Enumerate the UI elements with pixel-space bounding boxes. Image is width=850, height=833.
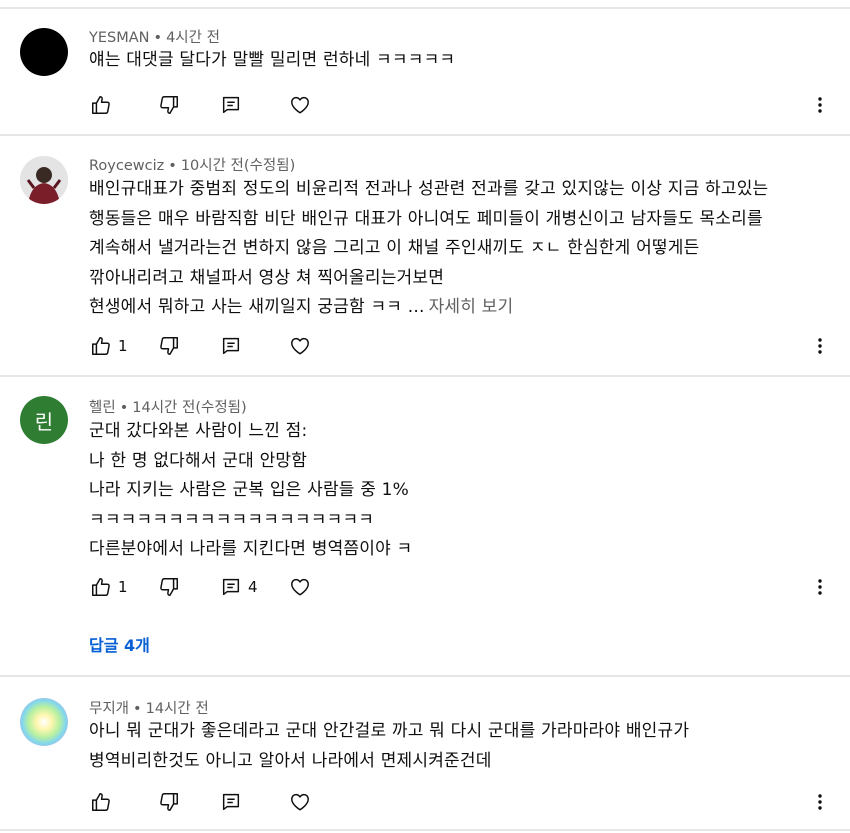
heart-icon bbox=[291, 96, 309, 114]
comment-line: 군대 갔다와본 사람이 느낀 점: bbox=[89, 421, 308, 441]
like-button[interactable] bbox=[90, 90, 112, 120]
heart-icon bbox=[291, 337, 309, 355]
comment-line: 병역비리한것도 아니고 알아서 나라에서 면제시켜준건데 bbox=[89, 750, 492, 771]
comment-text: 배인규대표가 중범죄 정도의 비윤리적 전과나 성관련 전과를 갖고 있지않는 … bbox=[89, 175, 768, 323]
thumbs-up-icon bbox=[92, 578, 110, 596]
thumbs-up-icon bbox=[92, 793, 110, 811]
comment-time[interactable]: 4시간 전 bbox=[166, 30, 220, 46]
profile-photo-icon bbox=[20, 156, 68, 204]
divider bbox=[0, 375, 850, 377]
reply-button[interactable]: 4 bbox=[220, 572, 258, 602]
more-options-button[interactable] bbox=[810, 572, 830, 602]
more-options-button[interactable] bbox=[810, 331, 830, 361]
meta-separator: • bbox=[168, 158, 177, 174]
author-name[interactable]: YESMAN bbox=[89, 30, 150, 46]
thumbs-down-icon bbox=[160, 578, 178, 596]
heart-icon bbox=[291, 793, 309, 811]
comment-meta: 무지개 • 14시간 전 bbox=[89, 697, 209, 718]
avatar-letter: 린 bbox=[34, 409, 54, 434]
comment-icon bbox=[222, 793, 240, 811]
comment-icon bbox=[222, 96, 240, 114]
comment-line: 깎아내리려고 채널파서 영상 쳐 찍어올리는거보면 bbox=[89, 267, 445, 288]
thumbs-down-icon bbox=[160, 96, 178, 114]
reply-count: 4 bbox=[248, 578, 258, 596]
comment-time[interactable]: 14시간 전 bbox=[132, 400, 195, 416]
like-count: 1 bbox=[118, 337, 128, 355]
heart-button[interactable] bbox=[289, 331, 311, 361]
reply-button[interactable] bbox=[220, 90, 242, 120]
comment-text: 얘는 대댓글 달다가 말빨 밀리면 런하네 ㅋㅋㅋㅋㅋ bbox=[89, 46, 455, 76]
author-name[interactable]: 헬린 bbox=[89, 400, 116, 416]
heart-button[interactable] bbox=[289, 787, 311, 817]
divider bbox=[0, 829, 850, 831]
comment-meta: Roycewciz • 10시간 전(수정됨) bbox=[89, 154, 295, 175]
comment-line: 다른분야에서 나라를 지킨다면 병역쯤이야 ㅋ bbox=[89, 539, 413, 559]
author-name[interactable]: 무지개 bbox=[89, 701, 129, 717]
comment-actions bbox=[80, 90, 840, 120]
thumbs-up-icon bbox=[92, 337, 110, 355]
like-button[interactable]: 1 bbox=[90, 331, 128, 361]
comment-line: 계속해서 낼거라는건 변하지 않음 그리고 이 채널 주인새끼도 ㅈㄴ 한심한게… bbox=[89, 238, 700, 258]
heart-icon bbox=[291, 578, 309, 596]
more-vert-icon bbox=[818, 97, 822, 113]
view-replies-link[interactable]: 답글 4개 bbox=[89, 632, 150, 656]
comment-time[interactable]: 10시간 전 bbox=[181, 158, 244, 174]
more-options-button[interactable] bbox=[810, 787, 830, 817]
read-more-link[interactable]: 자세히 보기 bbox=[429, 297, 514, 317]
thumbs-up-icon bbox=[92, 96, 110, 114]
thumbs-down-icon bbox=[160, 793, 178, 811]
divider bbox=[0, 675, 850, 677]
avatar[interactable] bbox=[20, 698, 68, 746]
meta-separator: • bbox=[119, 400, 129, 416]
avatar[interactable] bbox=[20, 156, 68, 204]
reply-button[interactable] bbox=[220, 787, 242, 817]
comment-line: 배인규대표가 중범죄 정도의 비윤리적 전과나 성관련 전과를 갖고 있지않는 … bbox=[89, 179, 769, 199]
comment-meta: YESMAN • 4시간 전 bbox=[89, 26, 220, 47]
meta-separator: • bbox=[133, 701, 142, 717]
comment-actions: 1 4 bbox=[80, 572, 840, 602]
comment-icon bbox=[222, 337, 240, 355]
dislike-button[interactable] bbox=[158, 331, 180, 361]
comment-icon bbox=[222, 578, 240, 596]
edited-label: (수정됨) bbox=[195, 400, 247, 416]
comment-text: 아니 뭐 군대가 좋은데라고 군대 안간걸로 까고 뭐 다시 군대를 가라마라야… bbox=[89, 717, 689, 776]
heart-button[interactable] bbox=[289, 90, 311, 120]
dislike-button[interactable] bbox=[158, 90, 180, 120]
comment-line: ㅋㅋㅋㅋㅋㅋㅋㅋㅋㅋㅋㅋㅋㅋㅋㅋㅋㅋ bbox=[89, 509, 375, 530]
avatar[interactable]: 린 bbox=[20, 396, 68, 444]
author-name[interactable]: Roycewciz bbox=[89, 158, 164, 174]
more-vert-icon bbox=[818, 338, 822, 354]
comment-actions bbox=[80, 787, 840, 817]
like-count: 1 bbox=[118, 578, 128, 596]
heart-button[interactable] bbox=[289, 572, 311, 602]
comment-text: 군대 갔다와본 사람이 느낀 점: 나 한 명 없다해서 군대 안망함 나라 지… bbox=[89, 417, 412, 565]
dislike-button[interactable] bbox=[158, 572, 180, 602]
edited-label: (수정됨) bbox=[243, 158, 296, 174]
thumbs-down-icon bbox=[160, 337, 178, 355]
more-vert-icon bbox=[818, 794, 822, 810]
like-button[interactable]: 1 bbox=[90, 572, 128, 602]
comment-meta: 헬린 • 14시간 전(수정됨) bbox=[89, 396, 247, 417]
more-options-button[interactable] bbox=[810, 90, 830, 120]
divider bbox=[0, 7, 850, 9]
like-button[interactable] bbox=[90, 787, 112, 817]
comment-line: 나 한 명 없다해서 군대 안망함 bbox=[89, 450, 308, 471]
meta-separator: • bbox=[153, 30, 163, 46]
comment-line: 행동들은 매우 바람직함 비단 배인규 대표가 아니여도 페미들이 개병신이고 … bbox=[89, 208, 763, 229]
comment-actions: 1 bbox=[80, 331, 840, 361]
comment-line: 얘는 대댓글 달다가 말빨 밀리면 런하네 ㅋㅋㅋㅋㅋ bbox=[89, 50, 456, 70]
comment-line: 나라 지키는 사람은 군복 입은 사람들 중 1% bbox=[89, 480, 410, 500]
divider bbox=[0, 134, 850, 136]
more-vert-icon bbox=[818, 579, 822, 595]
comment-time[interactable]: 14시간 전 bbox=[146, 701, 209, 717]
comment-line: 현생에서 뭐하고 사는 새끼일지 궁금함 ㅋㅋ ... bbox=[89, 297, 425, 317]
avatar[interactable] bbox=[20, 28, 68, 76]
dislike-button[interactable] bbox=[158, 787, 180, 817]
reply-button[interactable] bbox=[220, 331, 242, 361]
comment-line: 아니 뭐 군대가 좋은데라고 군대 안간걸로 까고 뭐 다시 군대를 가라마라야… bbox=[89, 721, 690, 741]
